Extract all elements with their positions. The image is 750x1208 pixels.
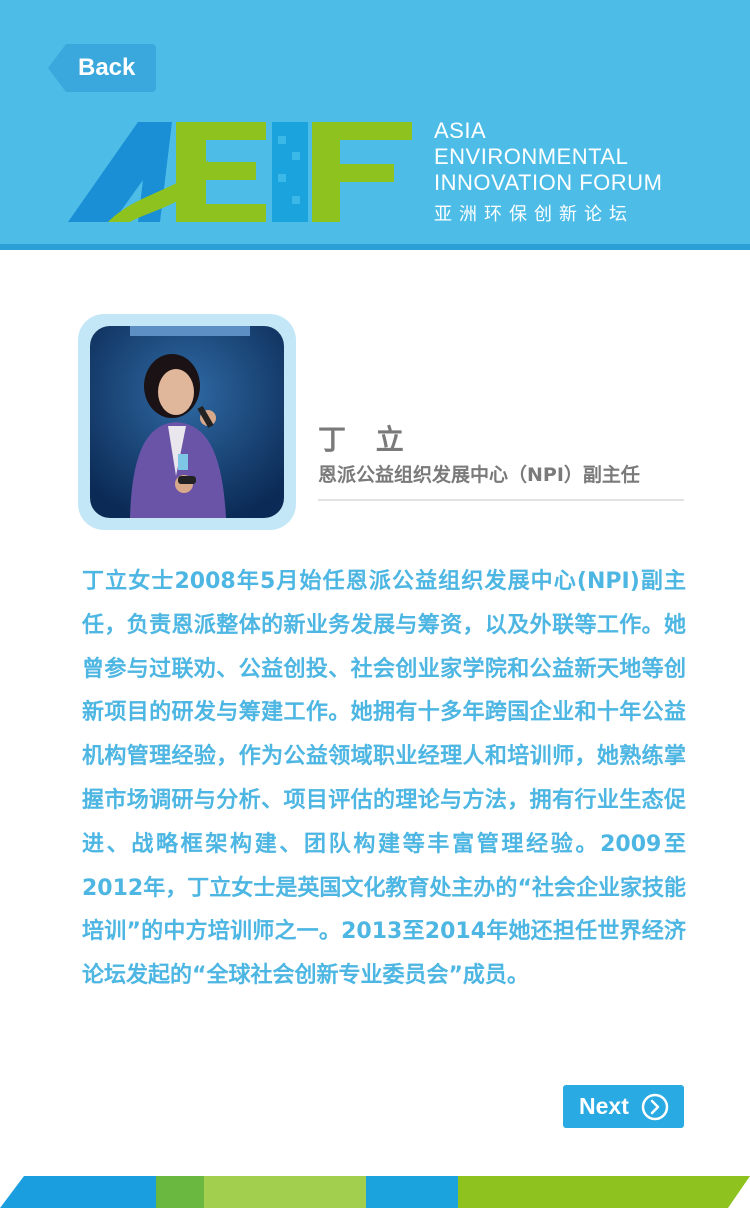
speaker-bio: 丁立女士2008年5月始任恩派公益组织发展中心(NPI)副主任，负责恩派整体的新…	[82, 569, 686, 989]
logo-line-environmental: ENVIRONMENTAL	[434, 144, 629, 169]
header: Back ASIA ENVIRONMENTAL INNOVATION FORUM…	[0, 0, 750, 250]
logo-chinese-title: 亚洲环保创新论坛	[434, 204, 634, 225]
speaker-role: 恩派公益组织发展中心（NPI）副主任	[318, 464, 640, 486]
logo-text: ASIA ENVIRONMENTAL INNOVATION FORUM	[434, 118, 662, 196]
speaker-photo-image	[90, 326, 284, 518]
chevron-right-circle-icon	[641, 1093, 669, 1121]
speaker-photo-frame	[78, 314, 296, 530]
back-button[interactable]: Back	[48, 44, 156, 92]
next-button[interactable]: Next	[563, 1085, 684, 1128]
logo-line-asia: ASIA	[434, 118, 487, 143]
back-button-label: Back	[78, 54, 136, 81]
profile-divider	[318, 499, 684, 501]
aeif-logo	[68, 122, 412, 222]
logo-line-forum: INNOVATION FORUM	[434, 170, 663, 195]
page: Back ASIA ENVIRONMENTAL INNOVATION FORUM…	[0, 0, 750, 1208]
next-button-label: Next	[579, 1093, 629, 1119]
footer-stripe	[0, 1176, 750, 1208]
speaker-photo	[90, 326, 284, 518]
speaker-name: 丁 立	[318, 423, 414, 456]
